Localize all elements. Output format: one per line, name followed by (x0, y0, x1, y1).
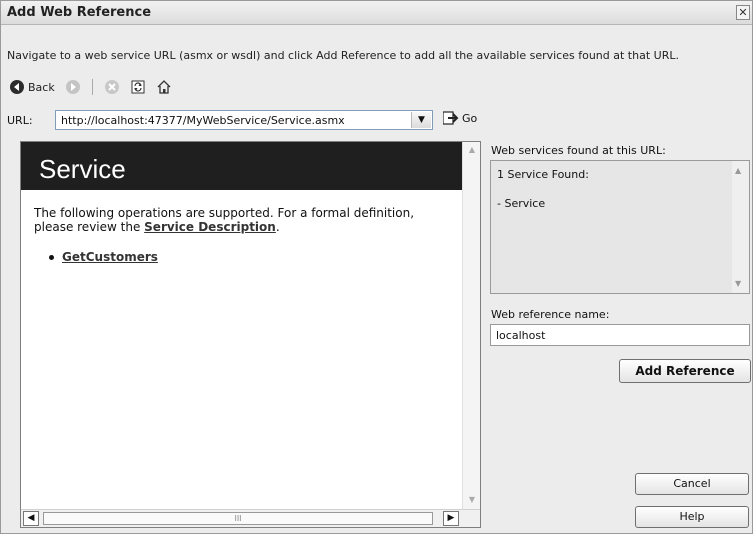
forward-button[interactable] (63, 77, 83, 97)
toolbar-separator (91, 79, 93, 95)
operation-link-getcustomers[interactable]: GetCustomers (62, 250, 158, 264)
add-web-reference-dialog: Add Web Reference ✕ Navigate to a web se… (0, 0, 753, 534)
dialog-title: Add Web Reference (7, 5, 152, 20)
url-input[interactable]: http://localhost:47377/MyWebService/Serv… (55, 110, 433, 130)
forward-icon (65, 80, 80, 94)
service-title: Service (39, 154, 126, 184)
navigation-toolbar: Back (7, 76, 174, 98)
instruction-text: Navigate to a web service URL (asmx or w… (7, 49, 679, 62)
reference-name-input[interactable]: localhost (490, 324, 750, 346)
go-label: Go (462, 111, 478, 125)
services-found-label: Web services found at this URL: (491, 144, 666, 157)
browser-pane: Service The following operations are sup… (20, 141, 481, 528)
scroll-up-icon[interactable]: ▲ (735, 166, 741, 175)
close-button[interactable]: ✕ (736, 5, 750, 20)
chevron-down-icon: ▼ (418, 115, 425, 125)
horizontal-scroll-thumb[interactable]: III (43, 512, 433, 525)
bullet-icon (49, 255, 54, 260)
browser-horizontal-scrollbar[interactable]: ◀ III ▶ (21, 509, 480, 527)
chevron-right-icon: ▶ (447, 513, 455, 523)
back-label: Back (28, 80, 55, 94)
refresh-icon (131, 80, 145, 94)
scroll-down-icon[interactable]: ▼ (466, 495, 478, 507)
home-button[interactable] (154, 77, 174, 97)
url-label: URL: (7, 114, 33, 127)
scroll-grip: III (234, 514, 242, 523)
title-bar: Add Web Reference ✕ (1, 1, 752, 25)
add-reference-button[interactable]: Add Reference (619, 359, 751, 383)
back-icon (10, 80, 24, 94)
stop-icon (104, 80, 119, 94)
cancel-button[interactable]: Cancel (635, 473, 749, 495)
services-list-scrollbar[interactable]: ▲ ▼ (732, 161, 749, 293)
service-list-item: - Service (497, 197, 546, 210)
chevron-left-icon: ◀ (27, 513, 35, 523)
services-count-text: 1 Service Found: (497, 168, 589, 181)
service-description-link[interactable]: Service Description (144, 220, 276, 234)
service-description: The following operations are supported. … (34, 206, 454, 234)
description-suffix: . (275, 220, 280, 234)
services-found-list: 1 Service Found: - Service ▲ ▼ (490, 160, 750, 294)
go-arrow-icon (443, 111, 459, 125)
refresh-button[interactable] (128, 77, 148, 97)
home-icon (157, 80, 171, 94)
url-dropdown-button[interactable]: ▼ (411, 112, 431, 128)
stop-button[interactable] (102, 77, 122, 97)
reference-name-label: Web reference name: (491, 308, 610, 321)
go-button[interactable]: Go (443, 111, 477, 125)
help-button[interactable]: Help (635, 506, 749, 528)
service-banner: Service (21, 142, 462, 190)
scroll-left-button[interactable]: ◀ (23, 511, 39, 526)
back-button[interactable]: Back (7, 77, 57, 97)
scroll-right-button[interactable]: ▶ (443, 511, 459, 526)
browser-vertical-scrollbar[interactable]: ▲ ▼ (462, 142, 480, 510)
scroll-down-icon[interactable]: ▼ (735, 279, 741, 288)
operation-list-item: GetCustomers (49, 250, 158, 264)
scroll-up-icon[interactable]: ▲ (466, 145, 478, 157)
